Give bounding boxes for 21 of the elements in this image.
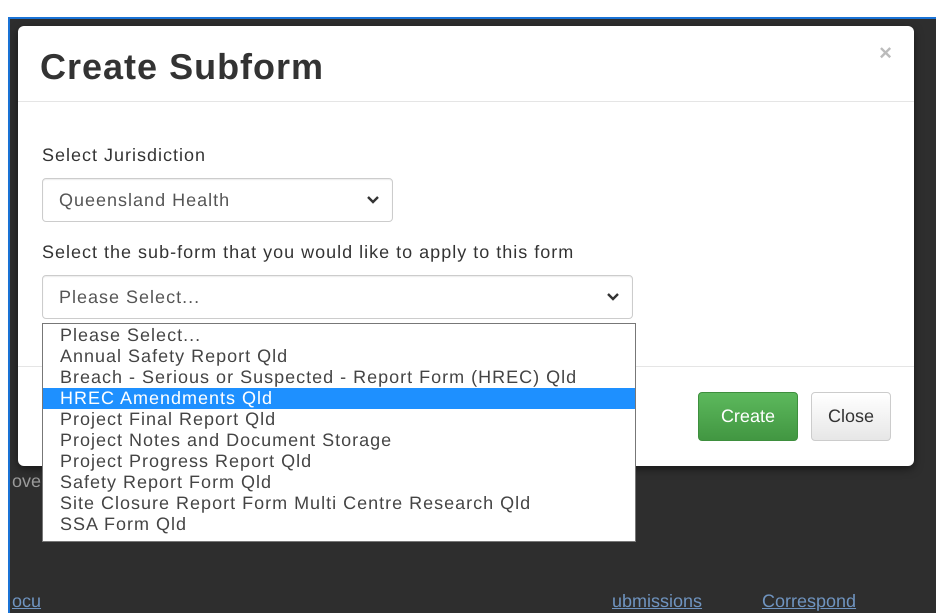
page-tab[interactable]: Correspond <box>762 591 856 611</box>
dropdown-option[interactable]: Site Closure Report Form Multi Centre Research Qld <box>43 493 635 514</box>
dropdown-option[interactable]: Project Final Report Qld <box>43 409 635 430</box>
dialog-title: Create Subform <box>40 44 324 88</box>
dropdown-option[interactable]: Annual Safety Report Qld <box>43 346 635 367</box>
select-field[interactable]: Please Select... <box>42 275 633 319</box>
page-text: ove <box>12 471 42 492</box>
dropdown-option[interactable]: Safety Report Form Qld <box>43 472 635 493</box>
page-tab[interactable]: ocu <box>12 591 612 611</box>
dropdown-option[interactable]: Breach - Serious or Suspected - Report Form (HREC) Qld <box>43 367 635 388</box>
field-label: Select the sub-form that you would like to apply to this form <box>42 242 576 263</box>
field-label: Select Jurisdiction <box>42 145 208 166</box>
dropdown-option[interactable]: Project Notes and Document Storage <box>43 430 635 451</box>
select-field[interactable]: Queensland Health <box>42 178 393 222</box>
dropdown-option[interactable]: Project Progress Report Qld <box>43 451 635 472</box>
caret-icon <box>366 195 380 205</box>
dropdown-option[interactable]: Please Select... <box>43 325 635 346</box>
caret-icon <box>606 292 620 302</box>
close-button[interactable]: Close <box>810 392 891 441</box>
page-tab[interactable]: ubmissions <box>612 591 762 611</box>
dropdown-option[interactable]: SSA Form Qld <box>43 514 635 535</box>
